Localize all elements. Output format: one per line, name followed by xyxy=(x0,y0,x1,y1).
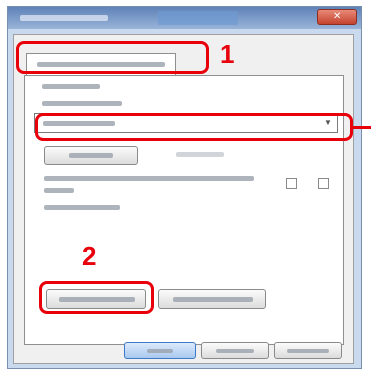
description-text-line-2 xyxy=(44,188,74,193)
checkbox-2[interactable] xyxy=(318,178,329,189)
title-bar[interactable]: ✕ xyxy=(8,7,361,29)
step-number-2: 2 xyxy=(82,241,97,271)
apply-button[interactable] xyxy=(274,342,342,359)
step-number-1: 1 xyxy=(220,39,235,69)
close-icon: ✕ xyxy=(333,11,342,22)
button-label xyxy=(69,153,113,158)
secondary-button-1[interactable] xyxy=(44,146,138,165)
button-label xyxy=(216,349,254,353)
highlight-box-tab xyxy=(16,41,209,74)
title-bar-glow xyxy=(158,11,238,25)
window-title xyxy=(20,15,108,21)
checkbox-1[interactable] xyxy=(286,178,297,189)
button-label xyxy=(147,349,173,353)
description-text-line-1 xyxy=(44,176,254,181)
cancel-button[interactable] xyxy=(201,342,269,359)
callout-line xyxy=(352,126,371,129)
inline-label xyxy=(176,152,224,157)
field-label-2 xyxy=(44,205,120,210)
button-label xyxy=(173,297,253,302)
field-label xyxy=(42,101,122,106)
close-button[interactable]: ✕ xyxy=(317,9,357,25)
highlight-box-button xyxy=(39,281,154,314)
button-label xyxy=(287,349,329,353)
section-heading xyxy=(42,84,100,89)
ok-button[interactable] xyxy=(124,342,196,359)
highlight-box-dropdown xyxy=(35,113,353,141)
secondary-button-2[interactable] xyxy=(158,289,266,309)
